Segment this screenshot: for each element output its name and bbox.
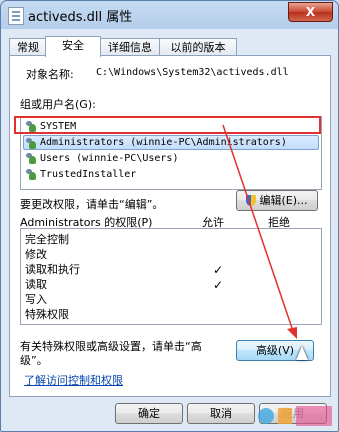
security-panel: 对象名称: C:\Windows\System32\activeds.dll 组…: [9, 55, 331, 397]
groups-label: 组或用户名(G):: [20, 98, 96, 111]
window-title: activeds.dll 属性: [28, 10, 133, 25]
list-item[interactable]: TrustedInstaller: [24, 167, 136, 182]
user-group-icon: [24, 169, 37, 180]
object-name-value: C:\Windows\System32\activeds.dll: [96, 67, 289, 78]
edit-button[interactable]: 编辑(E)...: [236, 190, 318, 211]
annotation-highlight-box: [14, 116, 321, 134]
permission-row: 完全控制: [25, 233, 69, 246]
permission-row: 读取和执行 ✓: [25, 263, 224, 277]
permission-row: 读取 ✓: [25, 278, 224, 292]
mouse-cursor-icon: [296, 346, 308, 360]
user-group-icon: [24, 138, 37, 149]
tab-details[interactable]: 详细信息: [99, 38, 161, 56]
site-watermark-logo: [258, 406, 332, 426]
advanced-hint-line2: 级”。: [20, 354, 48, 367]
learn-access-control-link[interactable]: 了解访问控制和权限: [24, 372, 123, 388]
list-item-selected[interactable]: Administrators (winnie-PC\Administrators…: [23, 135, 319, 150]
object-name-label: 对象名称:: [26, 68, 74, 81]
user-group-icon: [24, 153, 37, 164]
permission-row: 写入: [25, 293, 47, 306]
permission-row: 修改: [25, 248, 47, 261]
change-permissions-hint: 要更改权限，请单击“编辑”。: [20, 198, 164, 211]
cancel-button[interactable]: 取消: [187, 403, 255, 424]
properties-window: activeds.dll 属性 X 常规 安全 详细信息 以前的版本 对象名称:…: [0, 0, 339, 432]
permission-row: 特殊权限: [25, 308, 69, 321]
list-item[interactable]: Users (winnie-PC\Users): [24, 151, 178, 166]
title-bar: activeds.dll 属性 X: [1, 1, 338, 29]
tab-security[interactable]: 安全: [45, 36, 101, 57]
permissions-list: 完全控制 修改 读取和执行 ✓ 读取 ✓ 写入 特殊权限: [20, 228, 322, 325]
tab-previous-versions[interactable]: 以前的版本: [159, 38, 237, 56]
file-icon: [8, 7, 24, 25]
tab-general[interactable]: 常规: [9, 38, 47, 56]
ok-button[interactable]: 确定: [115, 403, 183, 424]
allow-check-icon: ✓: [213, 278, 224, 292]
allow-check-icon: ✓: [213, 263, 224, 277]
uac-shield-icon: [246, 195, 257, 206]
close-button[interactable]: X: [288, 2, 333, 22]
